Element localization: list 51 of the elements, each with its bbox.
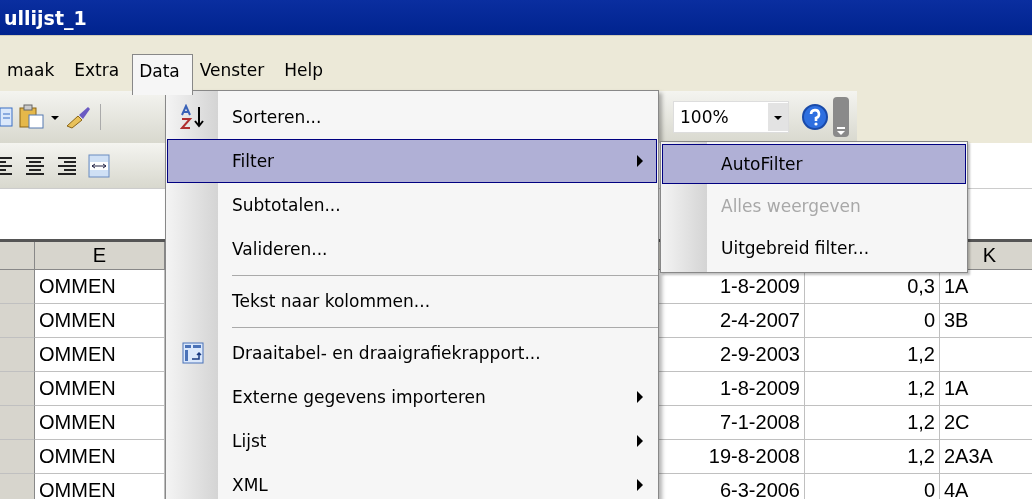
menu-item[interactable]: Uitgebreid filter... bbox=[662, 228, 966, 268]
menu-item[interactable]: Draaitabel- en draaigrafiekrapport... bbox=[167, 331, 657, 375]
table-cell: 0 bbox=[805, 474, 940, 499]
table-cell: 2A3A bbox=[940, 440, 1032, 474]
menu-item[interactable]: Tekst naar kolommen... bbox=[167, 279, 657, 323]
document-icon[interactable] bbox=[0, 104, 14, 130]
row-header[interactable] bbox=[0, 440, 35, 474]
row-header[interactable] bbox=[0, 474, 35, 499]
menu-item[interactable]: Subtotalen... bbox=[167, 183, 657, 227]
merge-center-icon[interactable] bbox=[88, 153, 110, 178]
menu-item[interactable]: Sorteren... bbox=[167, 95, 657, 139]
zoom-field[interactable]: 100% bbox=[673, 101, 789, 133]
table-cell: 1,2 bbox=[805, 440, 940, 474]
menu-item[interactable]: Valideren... bbox=[167, 227, 657, 271]
table-cell: 4A bbox=[940, 474, 1032, 499]
menu-item[interactable]: Extra bbox=[67, 53, 133, 91]
table-cell: 1,2 bbox=[805, 406, 940, 440]
table-cell: 1,2 bbox=[805, 338, 940, 372]
window-title: ullijst_1 bbox=[3, 6, 87, 29]
menu-item[interactable]: Externe gegevens importeren bbox=[167, 375, 657, 419]
row-header[interactable] bbox=[0, 304, 35, 338]
submenu-arrow-icon bbox=[636, 478, 644, 492]
menu-item[interactable]: Help bbox=[277, 53, 336, 91]
submenu-arrow-icon bbox=[636, 390, 644, 404]
help-icon[interactable] bbox=[801, 103, 829, 131]
submenu-arrow-icon bbox=[636, 434, 644, 448]
menu-item[interactable]: Lijst bbox=[167, 419, 657, 463]
table-cell: 1A bbox=[940, 372, 1032, 406]
row-header[interactable] bbox=[0, 338, 35, 372]
sort-ascending-icon bbox=[180, 104, 206, 130]
align-icon[interactable] bbox=[56, 154, 78, 177]
toolbar-grip-icon[interactable] bbox=[833, 97, 849, 137]
menu-item[interactable]: XML bbox=[167, 463, 657, 499]
pivot-table-icon bbox=[182, 342, 204, 364]
corner-cell[interactable] bbox=[0, 242, 35, 270]
submenu-arrow-icon bbox=[636, 154, 644, 168]
table-cell: 2C bbox=[940, 406, 1032, 440]
brush-icon[interactable] bbox=[64, 104, 92, 130]
align-icon[interactable] bbox=[24, 154, 46, 177]
row-header[interactable] bbox=[0, 372, 35, 406]
menu-item[interactable]: maak bbox=[0, 53, 68, 91]
menu-item[interactable]: Data bbox=[132, 54, 193, 95]
table-cell: 0 bbox=[805, 304, 940, 338]
menu-item[interactable]: Filter bbox=[167, 139, 657, 183]
table-cell: 3B bbox=[940, 304, 1032, 338]
menu-item[interactable]: Venster bbox=[192, 53, 278, 91]
menu-item[interactable]: AutoFilter bbox=[662, 144, 966, 184]
column-header[interactable]: E bbox=[35, 242, 165, 270]
row-header[interactable] bbox=[0, 406, 35, 440]
row-header[interactable] bbox=[0, 270, 35, 304]
table-cell: 1,2 bbox=[805, 372, 940, 406]
